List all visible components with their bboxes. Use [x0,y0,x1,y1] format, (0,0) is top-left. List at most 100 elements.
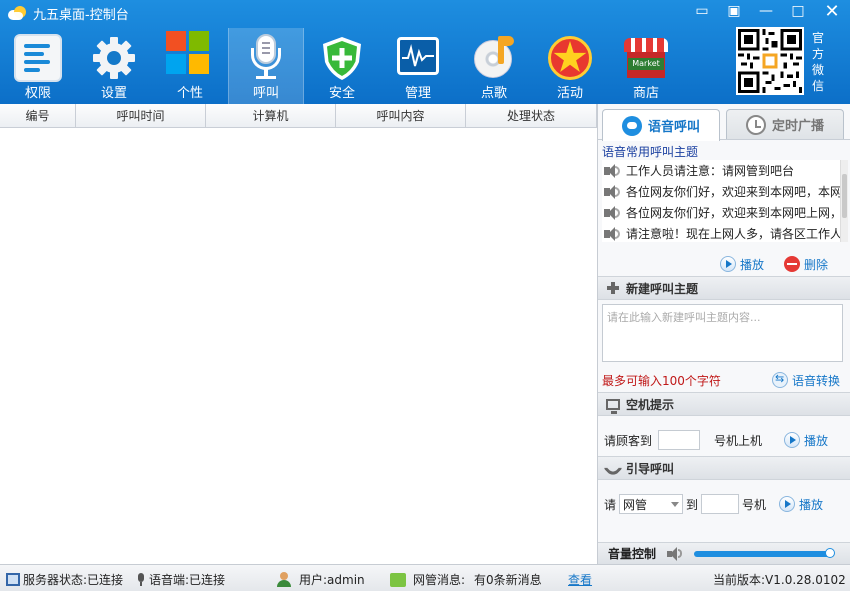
view-link-text: 查看 [568,573,593,587]
nav-label: 活动 [556,86,583,101]
new-topic-input[interactable]: 请在此输入新建呼叫主题内容... [602,304,843,362]
nav-label: 管理 [404,86,431,101]
idle-prefix: 请顾客到 [604,433,653,448]
list-item[interactable]: 请注意啦！现在上网人多，请各区工作人员 [602,223,848,242]
microphone-icon [136,573,146,586]
list-item[interactable]: 各位网友你们好，欢迎来到本网吧上网，请 [602,202,848,223]
panel-tabs: 语音呼叫 定时广播 [598,104,850,141]
maximize-button[interactable]: □ [782,0,814,22]
message-label: 网管消息: [413,573,466,587]
plus-icon [606,281,620,295]
nav-label: 设置 [100,86,127,101]
tab-label: 定时广播 [771,119,824,134]
topic-actions: 播放 删除 [598,242,850,276]
phone-icon [603,458,623,478]
guide-play-button[interactable]: 播放 [779,496,823,513]
app-header: 九五桌面-控制台 ▭ ▣ — □ ✕ 权限 设置 个性 呼叫 安全 管理 点歌 … [0,0,850,104]
server-icon [6,573,20,586]
nav-item-permission[interactable]: 权限 [0,28,76,104]
nav-label: 点歌 [480,86,507,101]
voice-convert-button[interactable]: 语音转换 [771,372,840,389]
play-icon [719,256,736,272]
tab-voice-call[interactable]: 语音呼叫 [602,109,720,141]
nav-item-personalize[interactable]: 个性 [152,28,228,104]
column-header-id[interactable]: 编号 [0,104,76,128]
speaker-icon [602,163,622,179]
delete-icon [783,256,800,272]
list-item[interactable]: 各位网友你们好，欢迎来到本网吧，本网吧 [602,181,848,202]
nav-item-security[interactable]: 安全 [304,28,380,104]
status-bar: 服务器状态:已连接 语音端:已连接 用户:admin 网管消息: 有0条新消息 … [0,564,850,591]
delete-topic-button[interactable]: 删除 [783,252,828,276]
staff-role-select[interactable]: 网管 [619,494,684,514]
list-item[interactable]: 工作人员请注意：请网管到吧台 [602,160,848,181]
table-header: 编号 呼叫时间 计算机 呼叫内容 处理状态 [0,104,597,128]
monitor-icon [394,34,442,82]
play-label: 播放 [799,497,824,512]
column-header-status[interactable]: 处理状态 [466,104,597,128]
play-icon [784,432,801,448]
voice-status-text: 语音端:已连接 [149,573,226,587]
main-nav: 权限 设置 个性 呼叫 安全 管理 点歌 活动 Market 商店 [0,28,684,104]
market-sign-text: Market [628,58,664,70]
minimize-button[interactable]: — [750,0,782,22]
skin-icon[interactable]: ▣ [718,0,750,22]
guide-machine-number-input[interactable] [701,494,740,514]
section-title: 新建呼叫主题 [626,281,699,296]
topics-scrollbar[interactable] [840,160,848,242]
caption-char: 官 [811,31,824,45]
volume-slider[interactable] [694,547,836,558]
new-topic-footer: 最多可输入100个字符 语音转换 [598,362,850,392]
volume-icon[interactable] [666,546,684,561]
message-count: 有0条新消息 [474,573,542,587]
volume-label: 音量控制 [608,547,657,561]
permission-list-icon [14,34,62,82]
speech-bubble-icon [621,115,642,136]
nav-item-store[interactable]: Market 商店 [608,28,684,104]
nav-label: 个性 [176,86,203,101]
view-messages-link[interactable]: 查看 [568,571,592,588]
guide-call-row: 请 网管 到 号机 播放 [598,480,850,520]
chevron-down-icon [671,501,680,507]
nav-item-call[interactable]: 呼叫 [228,28,304,104]
clock-icon [745,114,766,135]
nav-label: 呼叫 [252,86,279,101]
guide-to: 到 [686,497,699,512]
play-topic-button[interactable]: 播放 [719,252,764,276]
column-header-call-content[interactable]: 呼叫内容 [336,104,466,128]
idle-machine-number-input[interactable] [658,430,701,450]
idle-suffix: 号机上机 [714,433,763,448]
close-button[interactable]: ✕ [814,0,850,22]
topic-text: 请注意啦！现在上网人多，请各区工作人员 [626,227,848,241]
idle-play-button[interactable]: 播放 [784,432,828,449]
volume-knob[interactable] [825,547,836,558]
nav-item-settings[interactable]: 设置 [76,28,152,104]
column-header-call-time[interactable]: 呼叫时间 [76,104,206,128]
column-header-computer[interactable]: 计算机 [206,104,336,128]
caption-char: 微 [811,63,824,77]
music-disc-icon [470,34,518,82]
voice-status: 语音端:已连接 [136,571,225,588]
user-icon [276,572,292,587]
nav-item-song[interactable]: 点歌 [456,28,532,104]
user-status: 用户:admin [276,571,365,588]
feedback-icon[interactable]: ▭ [686,0,718,22]
user-text: 用户:admin [299,573,365,587]
table-body[interactable] [0,128,597,563]
topic-text: 各位网友你们好，欢迎来到本网吧上网，请 [626,206,848,220]
windows-logo-icon [166,31,214,79]
guide-call-header: 引导呼叫 [598,456,850,480]
nav-label: 权限 [24,86,51,101]
tab-timed-broadcast[interactable]: 定时广播 [726,109,844,139]
topic-text: 工作人员请注意：请网管到吧台 [626,164,795,178]
computer-icon [606,398,620,414]
guide-suffix: 号机 [742,497,767,512]
voice-call-panel: 语音呼叫 定时广播 语音常用呼叫主题 工作人员请注意：请网管到吧台 各位网友你们… [598,104,850,564]
window-title-text: 九五桌面-控制台 [33,7,129,23]
nav-item-activity[interactable]: 活动 [532,28,608,104]
nav-item-manage[interactable]: 管理 [380,28,456,104]
admin-messages: 网管消息: 有0条新消息 [390,571,542,588]
topic-text: 各位网友你们好，欢迎来到本网吧，本网吧 [626,185,848,199]
delete-label: 删除 [803,257,828,272]
new-topic-header: 新建呼叫主题 [598,276,850,300]
